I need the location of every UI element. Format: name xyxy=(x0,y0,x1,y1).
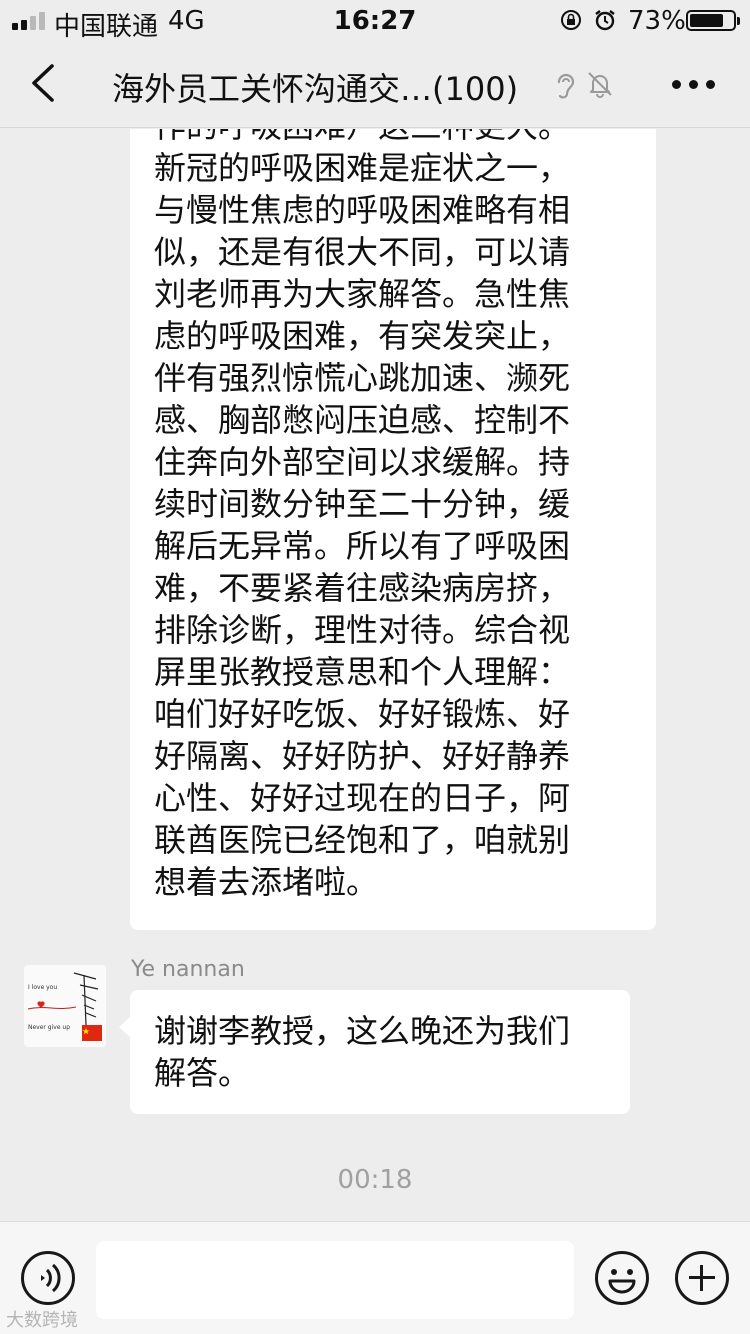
avatar-text: I love you xyxy=(28,984,57,991)
voice-icon xyxy=(41,1263,61,1293)
input-bar xyxy=(0,1221,750,1334)
message-bubble[interactable]: 作的呼吸困难）这三种更大。 新冠的呼吸困难是症状之一， 与慢性焦虑的呼吸困难略有… xyxy=(130,129,656,930)
earpiece-icon xyxy=(557,73,575,99)
emoji-icon xyxy=(608,1269,636,1294)
message-input[interactable] xyxy=(96,1241,574,1319)
more-button[interactable] xyxy=(666,64,722,104)
message-text: 作的呼吸困难）这三种更大。 新冠的呼吸困难是症状之一， 与慢性焦虑的呼吸困难略有… xyxy=(154,129,571,901)
status-bar: 中国联通 4G 16:27 73% xyxy=(0,0,750,42)
sender-name: Ye nannan xyxy=(131,957,245,982)
emoji-button[interactable] xyxy=(595,1251,649,1305)
alarm-icon xyxy=(595,10,615,31)
chat-area[interactable]: 作的呼吸困难）这三种更大。 新冠的呼吸困难是症状之一， 与慢性焦虑的呼吸困难略有… xyxy=(0,129,750,1221)
avatar-text: Never give up xyxy=(28,1024,70,1031)
battery-icon xyxy=(686,10,740,31)
more-dot xyxy=(689,80,698,89)
message-bubble[interactable]: 谢谢李教授，这么晚还为我们 解答。 xyxy=(119,990,630,1114)
chat-header: 海外员工关怀沟通交…(100) xyxy=(0,40,750,128)
avatar[interactable]: I love you Never give up xyxy=(24,965,106,1047)
orientation-lock-icon xyxy=(561,10,581,30)
battery-percent: 73% xyxy=(628,6,686,36)
more-dot xyxy=(706,80,715,89)
avatar-image: I love you Never give up xyxy=(24,965,106,1047)
chat-title: 海外员工关怀沟通交…(100) xyxy=(112,70,519,108)
watermark: 大数跨境 xyxy=(6,1310,78,1331)
more-dot xyxy=(672,80,681,89)
add-button[interactable] xyxy=(675,1251,729,1305)
message-text: 谢谢李教授，这么晚还为我们 解答。 xyxy=(154,1012,571,1092)
voice-button[interactable] xyxy=(21,1251,75,1305)
back-arrow-icon[interactable] xyxy=(20,58,70,108)
message-timestamp: 00:18 xyxy=(337,1165,413,1195)
mute-bell-icon xyxy=(588,72,612,98)
